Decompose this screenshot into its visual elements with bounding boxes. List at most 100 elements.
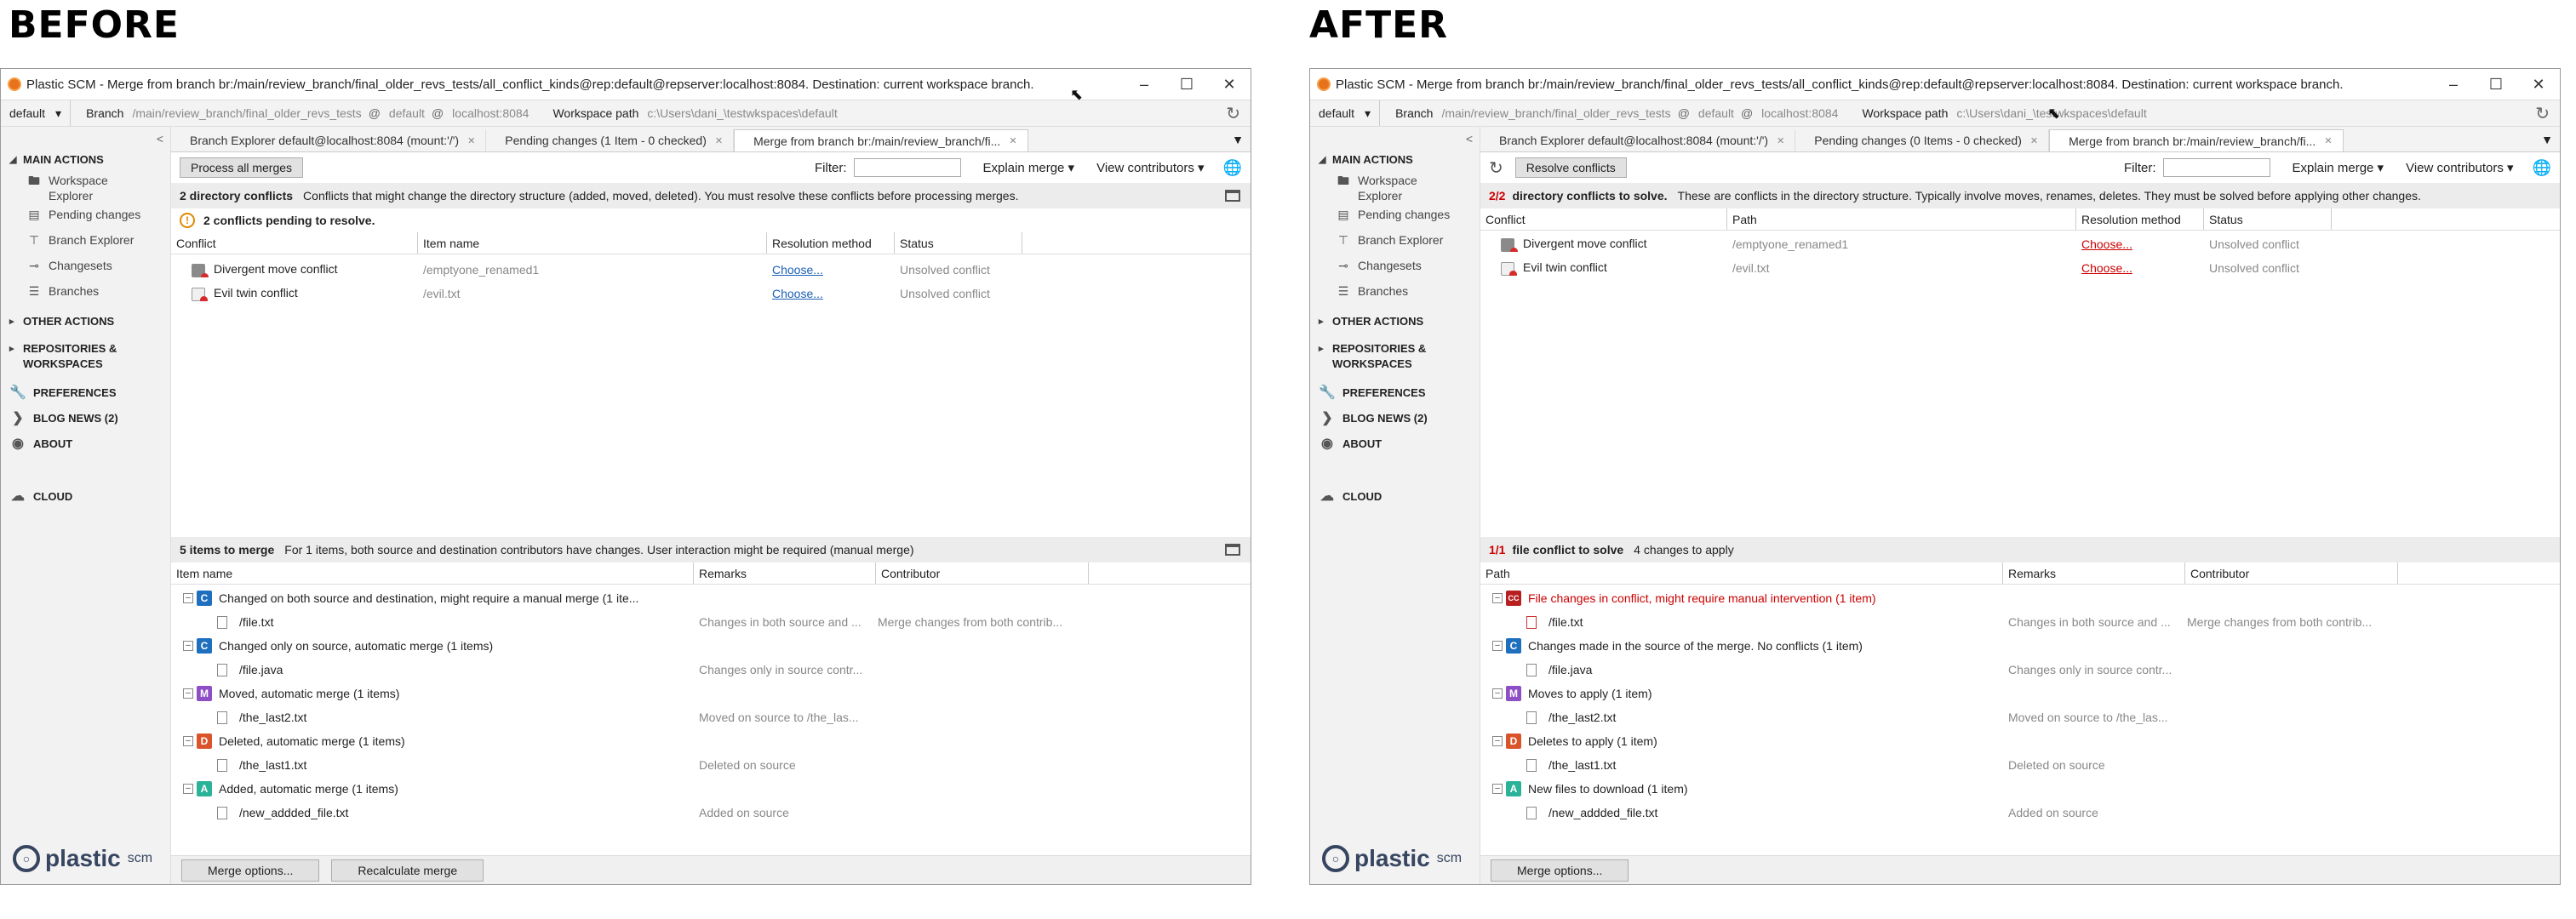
tab-pending-changes[interactable]: Pending changes (0 Items - 0 checked) ✕	[1795, 129, 2050, 151]
collapse-toggle[interactable]: –	[183, 784, 193, 794]
column-header[interactable]: Remarks	[694, 562, 876, 584]
sidebar-item-workspace-explorer[interactable]: 🖿 Workspace Explorer	[1336, 173, 1443, 203]
merge-group[interactable]: – D Deleted, automatic merge (1 items)	[171, 729, 1251, 753]
column-header[interactable]: Status	[2204, 208, 2332, 230]
merge-group[interactable]: – M Moves to apply (1 item)	[1480, 682, 2560, 705]
collapse-toggle[interactable]: –	[1492, 688, 1503, 699]
sidebar-blog-news[interactable]: ❯ BLOG NEWS (2)	[1319, 409, 1427, 426]
column-header[interactable]: Remarks	[2003, 562, 2185, 584]
collapse-toggle[interactable]: –	[183, 641, 193, 651]
column-header[interactable]: Path	[1480, 562, 2003, 584]
merge-file-row[interactable]: /file.txt Changes in both source and ... M…	[171, 610, 1251, 634]
sidebar-item-changesets[interactable]: ⊸ Changesets	[26, 258, 112, 273]
merge-options-button[interactable]: Merge options...	[1491, 859, 1629, 882]
conflict-row[interactable]: Evil twin conflict /evil.txt Choose... U…	[1480, 256, 2560, 280]
resolve-conflicts-button[interactable]: Resolve conflicts	[1514, 157, 1627, 178]
tab-pending-changes[interactable]: Pending changes (1 Item - 0 checked) ✕	[486, 129, 735, 151]
collapse-toggle[interactable]: –	[183, 688, 193, 699]
minimize-icon[interactable]: –	[1127, 76, 1161, 94]
merge-group[interactable]: – D Deletes to apply (1 item)	[1480, 729, 2560, 753]
choose-resolution-link[interactable]: Choose...	[2081, 261, 2132, 275]
column-header[interactable]: Conflict	[171, 232, 418, 254]
close-icon[interactable]: ✕	[1212, 76, 1246, 94]
explain-merge-dropdown[interactable]: Explain merge ▾	[983, 160, 1075, 175]
collapse-toggle[interactable]: –	[183, 736, 193, 746]
sidebar-preferences[interactable]: 🔧 PREFERENCES	[9, 384, 117, 401]
globe-icon[interactable]: 🌐	[1223, 159, 1242, 177]
column-header[interactable]: Contributor	[2185, 562, 2398, 584]
workspace-selector[interactable]: default ▾	[1, 100, 72, 126]
collapse-sidebar-icon[interactable]: <	[1466, 132, 1473, 146]
merge-file-row[interactable]: /file.java Changes only in source contr..…	[171, 658, 1251, 682]
merge-file-row[interactable]: /new_addded_file.txt Added on source	[171, 801, 1251, 825]
sidebar-main-actions[interactable]: ◢ MAIN ACTIONS	[9, 152, 104, 168]
close-icon[interactable]: ✕	[2522, 76, 2556, 94]
workspace-selector[interactable]: default ▾	[1310, 100, 1381, 126]
merge-group[interactable]: – M Moved, automatic merge (1 items)	[171, 682, 1251, 705]
merge-options-button[interactable]: Merge options...	[181, 859, 320, 882]
sidebar-cloud[interactable]: ☁ CLOUD	[9, 488, 72, 505]
tab-merge[interactable]: Merge from branch br:/main/review_branch…	[2049, 129, 2344, 151]
merge-group[interactable]: – CC File changes in conflict, might requi…	[1480, 586, 2560, 610]
close-tab-icon[interactable]: ✕	[467, 135, 475, 146]
close-tab-icon[interactable]: ✕	[2030, 135, 2038, 146]
merge-file-row[interactable]: /the_last2.txt Moved on source to /the_la…	[171, 705, 1251, 729]
filter-input[interactable]	[2162, 158, 2270, 177]
maximize-icon[interactable]: ☐	[1170, 76, 1204, 94]
close-tab-icon[interactable]: ✕	[1009, 135, 1016, 146]
refresh-icon[interactable]: ↻	[2535, 103, 2550, 124]
sidebar-item-branches[interactable]: ☰ Branches	[1336, 283, 1408, 299]
collapse-toggle[interactable]: –	[183, 593, 193, 603]
collapse-toggle[interactable]: –	[1492, 736, 1503, 746]
sidebar-about[interactable]: ◉ ABOUT	[1319, 435, 1382, 452]
merge-group[interactable]: – A Added, automatic merge (1 items)	[171, 777, 1251, 801]
choose-resolution-link[interactable]: Choose...	[772, 263, 823, 277]
refresh-merge-icon[interactable]: ↻	[1489, 157, 1503, 179]
sidebar-item-branches[interactable]: ☰ Branches	[26, 283, 99, 299]
collapse-toggle[interactable]: –	[1492, 641, 1503, 651]
sidebar-main-actions[interactable]: ◢ MAIN ACTIONS	[1319, 152, 1413, 168]
merge-group[interactable]: – C Changed on both source and destination…	[171, 586, 1251, 610]
refresh-icon[interactable]: ↻	[1226, 103, 1240, 124]
sidebar-about[interactable]: ◉ ABOUT	[9, 435, 72, 452]
process-all-merges-button[interactable]: Process all merges	[180, 157, 304, 178]
conflict-row[interactable]: Evil twin conflict /evil.txt Choose... U…	[171, 282, 1251, 305]
recalculate-merge-button[interactable]: Recalculate merge	[331, 859, 484, 882]
merge-file-row[interactable]: /new_addded_file.txt Added on source	[1480, 801, 2560, 825]
column-header[interactable]: Status	[895, 232, 1022, 254]
sidebar-item-workspace-explorer[interactable]: 🖿 Workspace Explorer	[26, 173, 134, 203]
column-header[interactable]: Resolution method	[767, 232, 895, 254]
tab-merge[interactable]: Merge from branch br:/main/review_branch…	[734, 129, 1028, 151]
column-header[interactable]: Conflict	[1480, 208, 1727, 230]
view-contributors-dropdown[interactable]: View contributors ▾	[1096, 160, 1204, 175]
sidebar-item-branch-explorer[interactable]: ⊤ Branch Explorer	[26, 232, 135, 248]
tab-branch-explorer[interactable]: Branch Explorer default@localhost:8084 (…	[1480, 129, 1796, 151]
tab-branch-explorer[interactable]: Branch Explorer default@localhost:8084 (…	[171, 129, 487, 151]
view-contributors-dropdown[interactable]: View contributors ▾	[2406, 160, 2513, 175]
tabs-menu-icon[interactable]: ▼	[2541, 133, 2553, 146]
choose-resolution-link[interactable]: Choose...	[772, 287, 823, 300]
close-tab-icon[interactable]: ✕	[715, 135, 723, 146]
sidebar-preferences[interactable]: 🔧 PREFERENCES	[1319, 384, 1426, 401]
filter-input[interactable]	[853, 158, 961, 177]
sidebar-repos-workspaces[interactable]: ▸ REPOSITORIES & WORKSPACES	[9, 341, 142, 372]
sidebar-cloud[interactable]: ☁ CLOUD	[1319, 488, 1382, 505]
collapse-toggle[interactable]: –	[1492, 593, 1503, 603]
close-tab-icon[interactable]: ✕	[1777, 135, 1784, 146]
merge-group[interactable]: – C Changes made in the source of the merg…	[1480, 634, 2560, 658]
sidebar-other-actions[interactable]: ▸ OTHER ACTIONS	[1319, 314, 1423, 329]
maximize-icon[interactable]: ☐	[2479, 76, 2513, 94]
merge-file-row[interactable]: /file.java Changes only in source contr..…	[1480, 658, 2560, 682]
sidebar-repos-workspaces[interactable]: ▸ REPOSITORIES & WORKSPACES	[1319, 341, 1451, 372]
conflict-row[interactable]: Divergent move conflict /emptyone_rename…	[171, 258, 1251, 282]
column-header[interactable]: Item name	[418, 232, 767, 254]
maximize-section-icon[interactable]	[1225, 190, 1240, 202]
column-header[interactable]: Resolution method	[2076, 208, 2204, 230]
globe-icon[interactable]: 🌐	[2533, 159, 2551, 177]
merge-file-row[interactable]: /the_last1.txt Deleted on source	[171, 753, 1251, 777]
sidebar-other-actions[interactable]: ▸ OTHER ACTIONS	[9, 314, 114, 329]
choose-resolution-link[interactable]: Choose...	[2081, 237, 2132, 251]
sidebar-blog-news[interactable]: ❯ BLOG NEWS (2)	[9, 409, 117, 426]
sidebar-item-pending-changes[interactable]: ▤ Pending changes	[1336, 207, 1450, 222]
column-header[interactable]: Item name	[171, 562, 694, 584]
